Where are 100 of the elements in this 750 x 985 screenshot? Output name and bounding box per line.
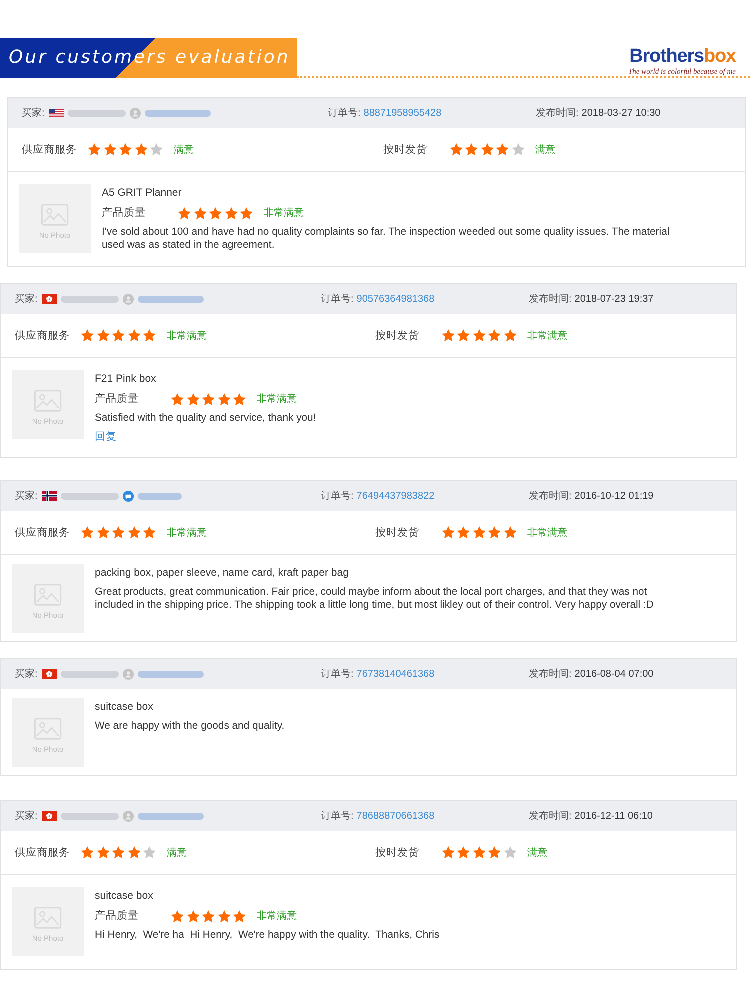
blurred-link[interactable] [138, 670, 204, 678]
star-icon [171, 910, 184, 922]
rating-verdict: 非常满意 [264, 206, 304, 220]
review-comment: Great products, great communication. Fair price, could maybe inform about the local port charges, and that they was not included in the shipping price. The shipping took a little long time, but most likley out of their control. Very happy overall :D [95, 586, 655, 612]
star-icon [112, 526, 125, 539]
rating-label: 产品质量 [95, 392, 140, 406]
star-icon [119, 143, 132, 156]
star-icon [472, 846, 486, 859]
star-icon [209, 206, 222, 220]
star-icon [442, 526, 454, 539]
rating-label: 供应商服务 [15, 526, 71, 540]
blurred-link[interactable] [138, 296, 204, 302]
rating-verdict: 非常满意 [257, 910, 297, 923]
star-icon [128, 526, 140, 539]
rating-label: 供应商服务 [22, 142, 78, 156]
rating-label: 按时发货 [376, 526, 420, 540]
order-number-link[interactable]: 90576364981368 [356, 294, 435, 304]
buyer-label: 买家: [15, 668, 38, 681]
product-name: F21 Pink box [95, 373, 156, 386]
rating-label: 产品质量 [95, 909, 140, 923]
user-circle-icon [130, 108, 141, 118]
blurred-link[interactable] [144, 110, 211, 116]
rating-verdict: 非常满意 [257, 392, 297, 406]
star-icon [104, 143, 116, 156]
star-icon [81, 846, 94, 859]
buyer-label: 买家: [15, 292, 38, 306]
buyer-label: 买家: [15, 490, 38, 503]
star-icon [488, 846, 501, 859]
flag-icon [42, 669, 57, 679]
star-icon [202, 392, 215, 406]
star-icon [186, 392, 200, 406]
flag-icon [42, 811, 57, 821]
star-icon [96, 526, 110, 539]
blurred-name [60, 492, 119, 500]
star-icon [128, 846, 140, 859]
rating-verdict: 满意 [536, 144, 556, 156]
reply-link[interactable]: 回复 [95, 431, 117, 444]
star-icon [150, 143, 163, 156]
star-icon [442, 846, 454, 859]
star-icon [480, 143, 494, 156]
buyer-label: 买家: [15, 810, 38, 823]
buyer-label: 买家: [22, 106, 45, 120]
star-icon [194, 206, 206, 220]
star-icon [171, 392, 184, 406]
chat-bubble-icon[interactable] [122, 490, 134, 502]
order-number-link[interactable]: 88871958955428 [364, 108, 442, 118]
rating-label: 供应商服务 [15, 328, 71, 342]
product-name: suitcase box [95, 890, 154, 903]
star-icon [240, 206, 253, 220]
star-icon [218, 392, 230, 406]
rating-label: 按时发货 [384, 142, 428, 156]
user-circle-icon [122, 810, 134, 822]
order-number-link[interactable]: 76494437983822 [356, 490, 435, 502]
star-icon [128, 329, 140, 342]
product-name: packing box, paper sleeve, name card, kraft paper bag [95, 567, 349, 580]
post-time: 2018-03-27 10:30 [582, 108, 661, 118]
rating-label: 按时发货 [376, 328, 420, 342]
post-time: 2016-10-12 01:19 [574, 490, 654, 502]
blurred-link[interactable] [138, 812, 204, 820]
star-icon [202, 910, 215, 922]
brand-logo: Brothersbox [630, 47, 736, 67]
time-label: 发布时间: [529, 292, 572, 306]
rating-verdict: 非常满意 [167, 526, 207, 540]
star-icon [472, 526, 486, 539]
star-icon [233, 392, 246, 406]
star-icon [504, 329, 516, 342]
review-comment: Hi Henry, We're ha Hi Henry, We're happy with the quality. Thanks, Chris [95, 929, 440, 942]
star-icon [88, 143, 101, 156]
star-icon [81, 329, 94, 342]
flag-icon [42, 294, 57, 304]
star-icon [112, 329, 125, 342]
star-icon [450, 143, 462, 156]
star-icon [224, 206, 238, 220]
star-icon [143, 329, 156, 342]
star-icon [178, 206, 191, 220]
order-label: 订单号: [321, 668, 354, 681]
star-icon [512, 143, 524, 156]
rating-verdict: 非常满意 [528, 330, 568, 342]
star-icon [96, 329, 110, 342]
blurred-name [68, 110, 126, 116]
star-icon [218, 910, 230, 922]
user-circle-icon [122, 294, 134, 304]
rating-verdict: 非常满意 [528, 526, 568, 540]
star-icon [186, 910, 200, 922]
star-icon [134, 143, 148, 156]
time-label: 发布时间: [536, 106, 579, 120]
flag-icon [42, 491, 57, 501]
star-icon [472, 329, 486, 342]
flag-icon [48, 108, 64, 118]
post-time: 2016-12-11 06:10 [574, 810, 653, 822]
order-number-link[interactable]: 78688870661368 [356, 810, 435, 822]
time-label: 发布时间: [529, 490, 572, 503]
blurred-link[interactable] [138, 492, 182, 500]
blurred-name [60, 296, 119, 302]
order-number-link[interactable]: 76738140461368 [356, 668, 435, 680]
rating-label: 产品质量 [102, 206, 147, 220]
user-circle-icon [122, 668, 134, 680]
star-icon [457, 526, 470, 539]
rating-verdict: 满意 [528, 846, 548, 860]
time-label: 发布时间: [529, 668, 572, 681]
